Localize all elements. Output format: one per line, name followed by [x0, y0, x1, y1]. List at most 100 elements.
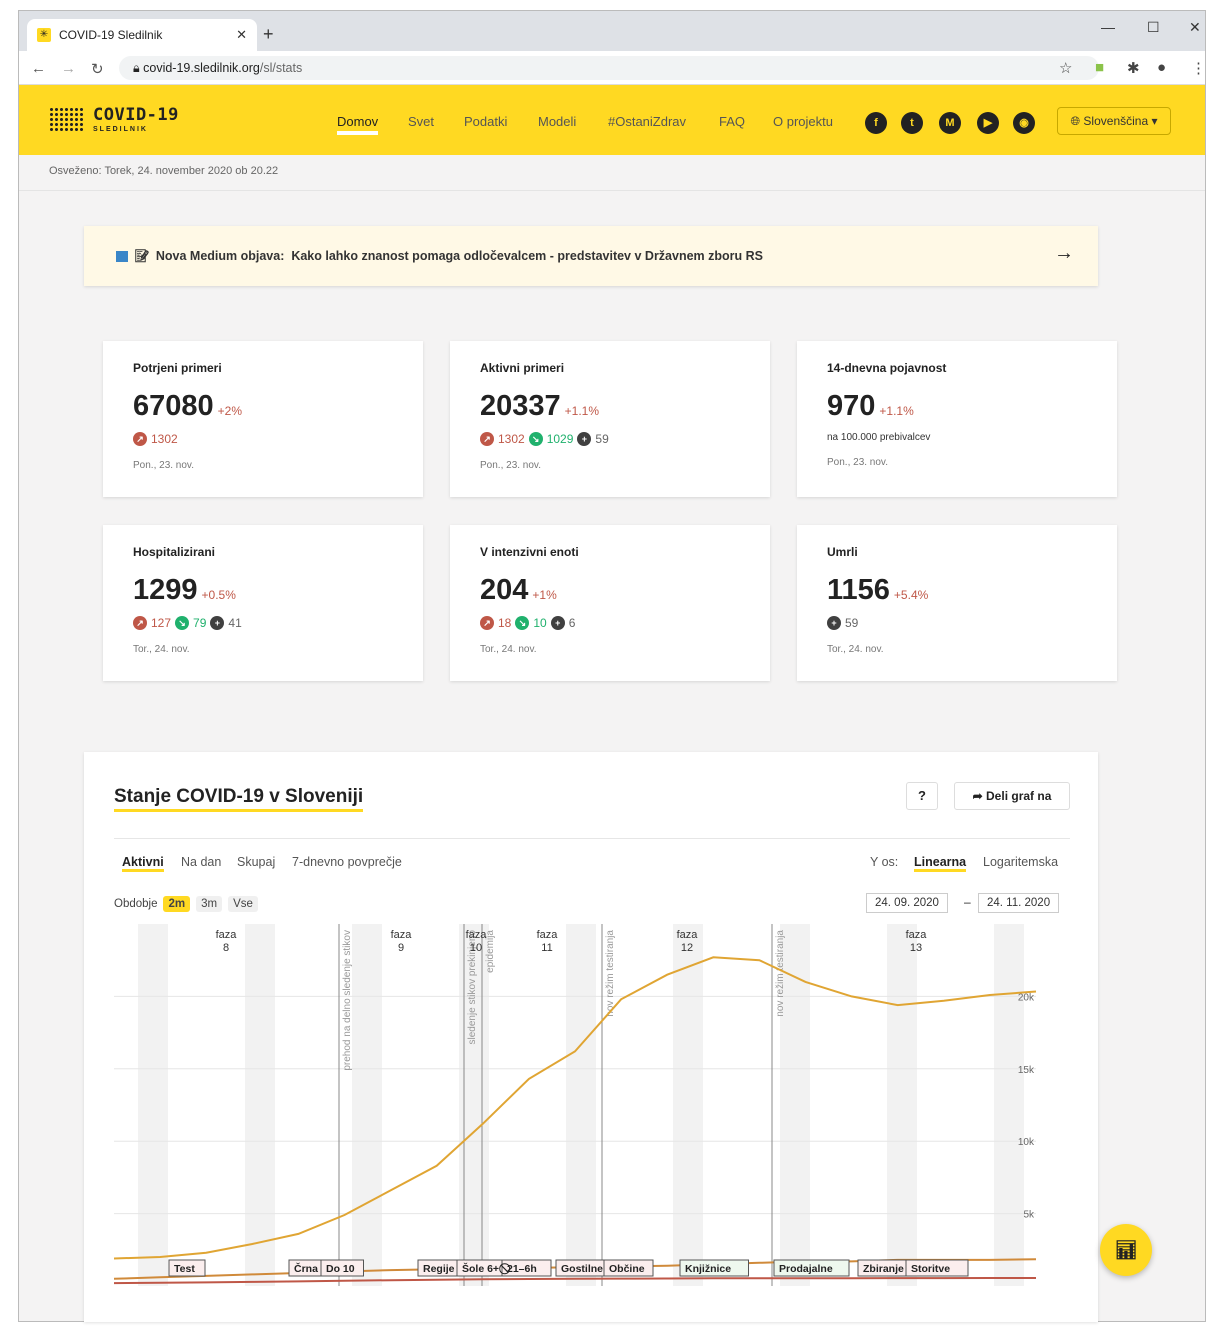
card-value: 1299 — [133, 574, 198, 606]
period-3m[interactable]: 3m — [196, 896, 223, 912]
plus-icon: + — [210, 616, 225, 630]
logo-subtitle: SLEDILNIK — [93, 126, 148, 133]
phase-label: faza — [677, 929, 699, 941]
github-icon[interactable]: ◉ — [1013, 112, 1035, 134]
stat-card: 14-dnevna pojavnost 970 +1.1% na 100.000 … — [797, 341, 1117, 497]
weekend-band — [138, 924, 168, 1286]
chart-plot[interactable]: 5k 10k 15k 20k prehod na delno sledenje stik… — [114, 924, 1070, 1322]
card-change: +2% — [217, 404, 243, 418]
help-button[interactable]: ? — [906, 782, 938, 810]
decrease-value: 79 — [193, 616, 207, 630]
nav-about[interactable]: O projektu — [773, 114, 833, 129]
puzzle-icon[interactable]: ✱ — [1127, 59, 1140, 77]
restriction-label: Šole 6+ — [462, 1262, 499, 1275]
increase-value: 1302 — [498, 432, 525, 446]
annotation-label: nov režim testiranja — [775, 930, 786, 1017]
tab-bar: ✳ COVID-19 Sledilnik ✕ + — ☐ ✕ — [19, 11, 1205, 51]
y-axis-log[interactable]: Logaritemska — [983, 855, 1058, 869]
twitter-icon[interactable]: t — [901, 112, 923, 134]
share-button[interactable]: ➦ Deli graf na — [954, 782, 1070, 810]
new-tab-icon[interactable]: + — [263, 24, 274, 45]
annotation-label: epidemija — [485, 930, 496, 973]
language-select[interactable]: 🌐︎ Slovenščina ▾ — [1057, 107, 1171, 135]
stat-card: Hospitalizirani 1299 +0.5% ↗ 127 ↘ 79 +41 Tor… — [103, 525, 423, 681]
close-tab-icon[interactable]: ✕ — [236, 27, 247, 43]
decrease-value: 1029 — [546, 432, 574, 446]
weekend-band — [566, 924, 596, 1286]
phase-label: faza — [466, 929, 488, 941]
medium-notice[interactable]: 📝︎ Nova Medium objava: Kako lahko znanos… — [84, 226, 1098, 286]
plus-icon: + — [550, 616, 565, 630]
card-breakdown: ↗ 18 ↘ 10 +6 — [480, 616, 740, 630]
increase-icon: ↗ — [133, 616, 147, 630]
plus-icon: + — [577, 432, 592, 446]
restriction-label: Gostilne — [561, 1263, 603, 1275]
nav-stay-healthy[interactable]: #OstaniZdrav — [608, 114, 686, 129]
restriction-label: Storitve — [911, 1263, 950, 1275]
stat-card: Umrli 1156 +5.4% +59 Tor., 24. nov. — [797, 525, 1117, 681]
browser-tab[interactable]: ✳ COVID-19 Sledilnik ✕ — [27, 19, 257, 51]
restriction-label: Občine — [609, 1263, 645, 1275]
chart-menu-button[interactable]: 📊︎ — [1100, 1224, 1152, 1276]
nav-home[interactable]: Domov — [337, 114, 379, 135]
plus-value: 6 — [568, 616, 576, 630]
y-tick-label: 15k — [1018, 1065, 1035, 1076]
divider — [114, 838, 1070, 839]
card-change: +5.4% — [893, 588, 929, 602]
card-title: Potrjeni primeri — [133, 361, 222, 375]
annotation-label: nov režim testiranja — [605, 930, 616, 1017]
site-logo[interactable]: COVID-19 SLEDILNIK — [49, 107, 179, 133]
reload-icon[interactable]: ↻ — [91, 60, 104, 78]
arrow-right-icon[interactable]: → — [1054, 242, 1074, 265]
lock-icon: 🔒︎ — [133, 61, 144, 75]
logo-dots-icon — [49, 107, 83, 133]
card-date: Tor., 24. nov. — [480, 644, 537, 655]
card-breakdown: ↗ 127 ↘ 79 +41 — [133, 616, 393, 630]
view-active[interactable]: Aktivni — [122, 855, 164, 872]
nav-faq[interactable]: FAQ — [719, 114, 745, 129]
view-7day[interactable]: 7-dnevno povprečje — [292, 855, 402, 869]
chart-title: Stanje COVID-19 v Sloveniji — [114, 786, 364, 812]
view-daily[interactable]: Na dan — [181, 855, 221, 869]
card-date: Pon., 23. nov. — [133, 460, 194, 471]
site-header: COVID-19 SLEDILNIK Domov Svet Podatki Mod… — [19, 85, 1205, 155]
increase-icon: ↗ — [133, 432, 147, 446]
card-change: +1% — [532, 588, 557, 602]
weekend-band — [994, 924, 1024, 1286]
view-total[interactable]: Skupaj — [237, 855, 275, 869]
menu-icon[interactable]: ⋮ — [1191, 59, 1205, 77]
youtube-icon[interactable]: ▶ — [977, 112, 999, 134]
url-field[interactable]: 🔒︎ covid-19.sledilnik.org/sl/stats — [119, 56, 1099, 80]
avatar[interactable]: ● — [1157, 59, 1166, 76]
nav-data[interactable]: Podatki — [464, 114, 507, 129]
period-all[interactable]: Vse — [228, 896, 258, 912]
extension-icon[interactable]: ■ — [1095, 59, 1104, 76]
star-icon[interactable]: ☆ — [1059, 59, 1072, 77]
medium-icon[interactable]: M — [939, 112, 961, 134]
facebook-icon[interactable]: f — [865, 112, 887, 134]
updated-timestamp: Osveženo: Torek, 24. november 2020 ob 20… — [19, 155, 1205, 191]
increase-value: 1302 — [151, 432, 178, 446]
restriction-label: Do 10 — [326, 1263, 355, 1275]
phase-number: 9 — [398, 942, 404, 954]
notice-label: Nova Medium objava: — [155, 249, 285, 263]
date-from-input[interactable]: 24. 09. 2020 — [866, 893, 948, 913]
url-path: /sl/stats — [259, 61, 303, 75]
card-title: 14-dnevna pojavnost — [827, 361, 947, 375]
decrease-icon: ↘ — [515, 616, 530, 630]
minimize-icon[interactable]: — — [1101, 19, 1115, 35]
maximize-icon[interactable]: ☐ — [1147, 19, 1160, 36]
date-to-input[interactable]: 24. 11. 2020 — [978, 893, 1060, 913]
nav-world[interactable]: Svet — [408, 114, 434, 129]
y-axis-linear[interactable]: Linearna — [914, 855, 967, 872]
back-icon[interactable]: ← — [31, 60, 46, 77]
period-label: Obdobje — [114, 898, 158, 910]
period-2m[interactable]: 2m — [163, 896, 191, 912]
card-breakdown: ↗ 1302 ↘ 1029 +59 — [480, 432, 740, 446]
close-window-icon[interactable]: ✕ — [1189, 19, 1201, 36]
card-date: Tor., 24. nov. — [827, 644, 884, 655]
forward-icon[interactable]: → — [61, 60, 76, 77]
nav-models[interactable]: Modeli — [538, 114, 576, 129]
plus-value: 41 — [228, 616, 242, 630]
phase-number: 13 — [910, 942, 922, 954]
